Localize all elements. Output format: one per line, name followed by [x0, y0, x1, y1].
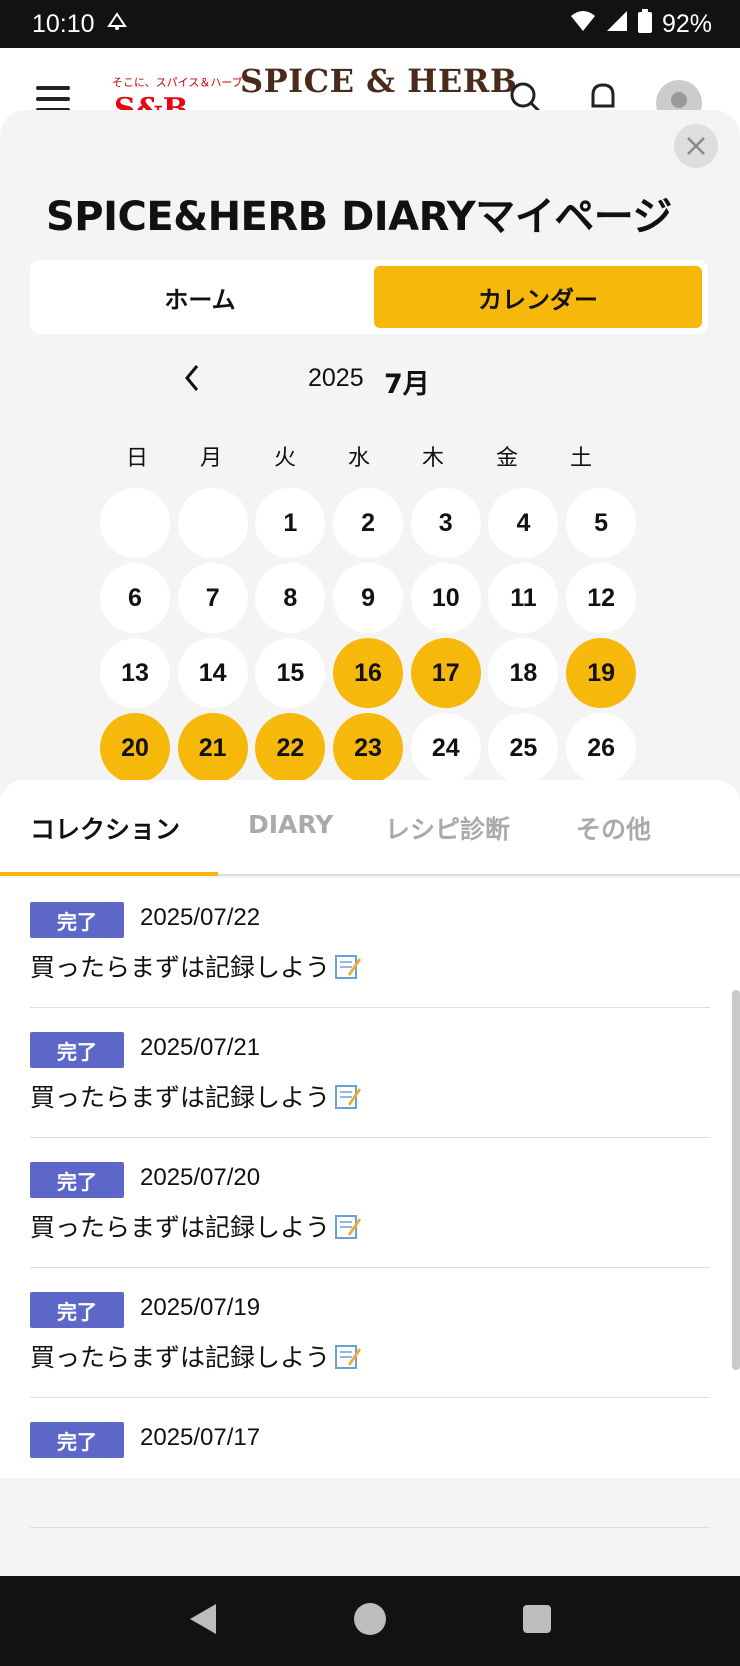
calendar-day[interactable]: 5 — [566, 488, 637, 558]
tab-recipe-diagnosis[interactable]: レシピ診断 — [385, 810, 510, 846]
entry-date: 2025/07/22 — [140, 904, 261, 931]
signal-icon — [606, 10, 628, 39]
weekday-label: 土 — [569, 446, 592, 471]
calendar-day[interactable]: 23 — [333, 713, 404, 783]
calendar-day[interactable]: 6 — [100, 563, 170, 633]
view-switcher: ホーム カレンダー — [30, 260, 708, 334]
calendar-day[interactable]: 7 — [177, 563, 248, 633]
prev-month-button[interactable] — [172, 358, 212, 398]
entry-date: 2025/07/17 — [140, 1424, 261, 1451]
weekday-header: 日 月 火 水 木 金 土 — [100, 440, 640, 472]
calendar-day[interactable]: 21 — [177, 713, 248, 783]
calendar-nav: 2025 7月 — [0, 352, 740, 408]
entry-list: 完了 2025/07/22 買ったらまずは記録しよう 完了 2025/07/21… — [0, 878, 740, 1528]
battery-level: 92% — [661, 9, 712, 38]
calendar-day[interactable]: 15 — [255, 638, 326, 708]
active-tab-indicator — [0, 872, 218, 876]
status-badge: 完了 — [30, 1162, 124, 1198]
tab-collection[interactable]: コレクション — [30, 810, 180, 846]
calendar-day[interactable]: 10 — [410, 563, 481, 633]
calendar-day[interactable]: 14 — [177, 638, 248, 708]
weekday-label: 水 — [347, 446, 370, 471]
tab-other[interactable]: その他 — [576, 810, 651, 846]
calendar-day[interactable]: 3 — [410, 488, 481, 558]
calendar-day[interactable]: 17 — [410, 638, 481, 708]
status-time: 10:10 — [32, 9, 95, 38]
brand-tagline: そこに、スパイス＆ハーブ — [112, 76, 243, 89]
calendar-day[interactable]: 25 — [488, 713, 559, 783]
weekday-label: 木 — [421, 446, 444, 471]
calendar-blank — [177, 488, 248, 558]
entry-date: 2025/07/20 — [140, 1164, 261, 1191]
calendar-month: 7月 — [384, 369, 430, 400]
list-item[interactable]: 完了 2025/07/19 買ったらまずは記録しよう — [30, 1268, 710, 1398]
calendar-day[interactable]: 24 — [410, 713, 481, 783]
content-tabs: コレクション DIARY レシピ診断 その他 — [0, 780, 740, 876]
status-badge: 完了 — [30, 1032, 124, 1068]
calendar-day[interactable]: 26 — [566, 713, 637, 783]
entry-date: 2025/07/19 — [140, 1294, 261, 1321]
calendar-day[interactable]: 4 — [488, 488, 559, 558]
entry-text: 買ったらまずは記録しよう — [30, 1083, 331, 1112]
memo-icon — [334, 1342, 362, 1370]
close-button[interactable] — [674, 124, 718, 168]
calendar-day[interactable]: 22 — [255, 713, 326, 783]
weekday-label: 月 — [199, 446, 222, 471]
entry-text: 買ったらまずは記録しよう — [30, 953, 331, 982]
status-badge: 完了 — [30, 1292, 124, 1328]
close-icon — [687, 137, 705, 155]
segment-home[interactable]: ホーム — [36, 266, 364, 328]
brand-title: SPICE & HERB — [240, 62, 518, 100]
calendar-day[interactable]: 2 — [333, 488, 404, 558]
status-bar: 10:10 92% — [0, 0, 740, 48]
status-badge: 完了 — [30, 1422, 124, 1458]
weekday-label: 火 — [273, 446, 296, 471]
memo-icon — [334, 952, 362, 980]
list-item[interactable]: 完了 2025/07/17 — [30, 1398, 710, 1528]
recents-icon[interactable] — [522, 1604, 552, 1638]
wifi-icon — [570, 10, 596, 39]
memo-icon — [334, 1082, 362, 1110]
list-item[interactable]: 完了 2025/07/20 買ったらまずは記録しよう — [30, 1138, 710, 1268]
tab-diary[interactable]: DIARY — [248, 810, 333, 839]
weekday-label: 日 — [125, 446, 148, 471]
entry-date: 2025/07/21 — [140, 1034, 261, 1061]
battery-icon — [637, 8, 652, 40]
entry-text: 買ったらまずは記録しよう — [30, 1213, 331, 1242]
calendar-day[interactable]: 19 — [566, 638, 637, 708]
calendar-year: 2025 — [308, 364, 364, 392]
list-item[interactable]: 完了 2025/07/22 買ったらまずは記録しよう — [30, 878, 710, 1008]
memo-icon — [334, 1212, 362, 1240]
chevron-left-icon — [185, 365, 199, 391]
page-title: SPICE&HERB DIARYマイページ — [46, 194, 672, 240]
segment-calendar[interactable]: カレンダー — [374, 266, 702, 328]
status-badge: 完了 — [30, 902, 124, 938]
calendar-day[interactable]: 12 — [566, 563, 637, 633]
scrollbar[interactable] — [732, 990, 740, 1370]
home-icon[interactable] — [353, 1602, 387, 1640]
calendar-day[interactable]: 16 — [333, 638, 404, 708]
back-icon[interactable] — [188, 1602, 218, 1640]
calendar-day[interactable]: 8 — [255, 563, 326, 633]
calendar-day[interactable]: 11 — [488, 563, 559, 633]
calendar-day[interactable]: 18 — [488, 638, 559, 708]
calendar-day[interactable]: 20 — [100, 713, 170, 783]
calendar-day[interactable]: 9 — [333, 563, 404, 633]
calendar-day[interactable]: 13 — [100, 638, 170, 708]
entry-text: 買ったらまずは記録しよう — [30, 1343, 331, 1372]
notification-icon — [105, 10, 129, 39]
system-nav-bar — [0, 1576, 740, 1666]
weekday-label: 金 — [495, 446, 518, 471]
list-item[interactable]: 完了 2025/07/21 買ったらまずは記録しよう — [30, 1008, 710, 1138]
calendar-day[interactable]: 1 — [255, 488, 326, 558]
calendar-blank — [100, 488, 170, 558]
